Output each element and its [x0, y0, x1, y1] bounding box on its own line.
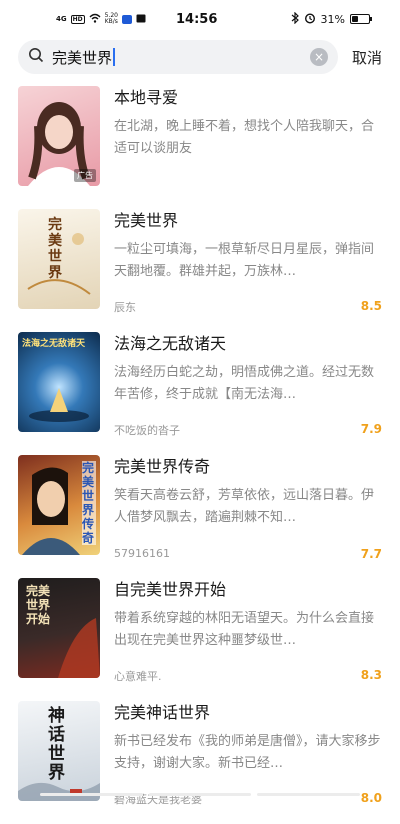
result-title: 法海之无敌诸天 [114, 334, 382, 354]
cover-art [18, 578, 100, 678]
search-query: 完美世界 [52, 47, 112, 68]
result-description: 在北湖，晚上睡不着，想找个人陪我聊天，合适可以谈朋友 [114, 116, 382, 160]
result-description: 一粒尘可填海，一根草斩尽日月星辰，弹指间天翻地覆。群雄并起，万族林… [114, 239, 382, 283]
list-item[interactable]: 广告 本地寻爱 在北湖，晚上睡不着，想找个人陪我聊天，合适可以谈朋友 [0, 86, 400, 209]
result-title: 完美世界传奇 [114, 457, 382, 477]
ad-badge: 广告 [74, 169, 96, 182]
result-title: 完美神话世界 [114, 703, 382, 723]
cover-image: 神话世界 [18, 701, 100, 801]
cover-image: 法海之无敌诸天 [18, 332, 100, 432]
result-meta: 心意难平. 8.3 [114, 668, 382, 684]
alarm-icon [304, 12, 316, 27]
search-icon [28, 47, 44, 67]
list-item[interactable]: 法海之无敌诸天 法海之无敌诸天 法海经历白蛇之劫，明悟成佛之道。经过无数年苦修，… [0, 332, 400, 455]
cover-art [18, 209, 100, 309]
list-item[interactable]: 完美世界传奇 完美世界传奇 笑看天高卷云舒，芳草依依，远山落日暮。伊人借梦风飘去… [0, 455, 400, 578]
wifi-icon [89, 13, 101, 26]
result-score: 7.7 [361, 547, 382, 561]
result-author: 57916161 [114, 547, 361, 561]
bottom-segment [257, 793, 360, 796]
list-item[interactable]: 完美世界 完美世界 一粒尘可填海，一根草斩尽日月星辰，弹指间天翻地覆。群雄并起，… [0, 209, 400, 332]
results-list: 广告 本地寻爱 在北湖，晚上睡不着，想找个人陪我聊天，合适可以谈朋友 完美世界 … [0, 86, 400, 824]
result-score: 7.9 [361, 422, 382, 438]
cover-art [18, 701, 100, 801]
result-meta: 不吃饭的沓子 7.9 [114, 422, 382, 438]
cover-image: 完美世界传奇 [18, 455, 100, 555]
battery-fill [352, 16, 358, 22]
result-info: 完美神话世界 新书已经发布《我的师弟是唐僧》，请大家移步支持，谢谢大家。新书已经… [114, 701, 382, 801]
speed-unit: KB/s [105, 18, 118, 25]
network-speed: 5.20 KB/s [105, 13, 118, 25]
result-title: 完美世界 [114, 211, 382, 231]
cancel-button[interactable]: 取消 [352, 47, 382, 68]
result-info: 本地寻爱 在北湖，晚上睡不着，想找个人陪我聊天，合适可以谈朋友 [114, 86, 382, 186]
search-row: 完美世界 × 取消 [0, 38, 400, 76]
bottom-indicator [40, 793, 360, 796]
hd-badge: HD [71, 15, 85, 24]
result-description: 带着系统穿越的林阳无语望天。为什么会直接出现在完美世界这种噩梦级世… [114, 608, 382, 652]
text-caret [113, 48, 115, 66]
status-left: 4G HD 5.20 KB/s [56, 13, 174, 26]
result-score: 8.0 [361, 791, 382, 807]
result-description: 新书已经发布《我的师弟是唐僧》，请大家移步支持，谢谢大家。新书已经… [114, 731, 382, 775]
result-title: 自完美世界开始 [114, 580, 382, 600]
bottom-segment [149, 793, 252, 796]
cover-art [18, 332, 100, 432]
list-item[interactable]: 完美世界开始 自完美世界开始 带着系统穿越的林阳无语望天。为什么会直接出现在完美… [0, 578, 400, 701]
result-meta: 辰东 8.5 [114, 299, 382, 315]
clock: 14:56 [174, 12, 291, 27]
status-right: 31% [291, 12, 370, 27]
result-author: 不吃饭的沓子 [114, 422, 361, 438]
result-meta: 57916161 7.7 [114, 547, 382, 561]
result-description: 法海经历白蛇之劫，明悟成佛之道。经过无数年苦修，终于成就【南无法海… [114, 362, 382, 406]
status-bar: 4G HD 5.20 KB/s 14:56 31% [0, 0, 400, 38]
bottom-segment [40, 793, 143, 796]
result-title: 本地寻爱 [114, 88, 382, 108]
mail-icon [136, 13, 146, 26]
bluetooth-icon [291, 12, 299, 27]
result-info: 法海之无敌诸天 法海经历白蛇之劫，明悟成佛之道。经过无数年苦修，终于成就【南无法… [114, 332, 382, 432]
cover-image: 完美世界开始 [18, 578, 100, 678]
message-icon [122, 15, 132, 24]
cover-image: 广告 [18, 86, 100, 186]
result-author: 心意难平. [114, 668, 361, 684]
result-author: 辰东 [114, 299, 361, 315]
search-box[interactable]: 完美世界 × [18, 40, 338, 74]
search-input[interactable]: 完美世界 [52, 47, 302, 68]
clear-icon[interactable]: × [310, 48, 328, 66]
result-info: 自完美世界开始 带着系统穿越的林阳无语望天。为什么会直接出现在完美世界这种噩梦级… [114, 578, 382, 678]
cover-image: 完美世界 [18, 209, 100, 309]
result-score: 8.5 [361, 299, 382, 315]
result-score: 8.3 [361, 668, 382, 684]
battery-icon [350, 14, 370, 24]
network-indicator: 4G [56, 16, 67, 23]
result-description: 笑看天高卷云舒，芳草依依，远山落日暮。伊人借梦风飘去，踏遍荆棘不知… [114, 485, 382, 529]
cover-title: 完美世界传奇 [82, 461, 96, 545]
result-info: 完美世界 一粒尘可填海，一根草斩尽日月星辰，弹指间天翻地覆。群雄并起，万族林… … [114, 209, 382, 309]
result-info: 完美世界传奇 笑看天高卷云舒，芳草依依，远山落日暮。伊人借梦风飘去，踏遍荆棘不知… [114, 455, 382, 555]
list-item[interactable]: 神话世界 完美神话世界 新书已经发布《我的师弟是唐僧》，请大家移步支持，谢谢大家… [0, 701, 400, 824]
battery-percent: 31% [321, 13, 345, 26]
